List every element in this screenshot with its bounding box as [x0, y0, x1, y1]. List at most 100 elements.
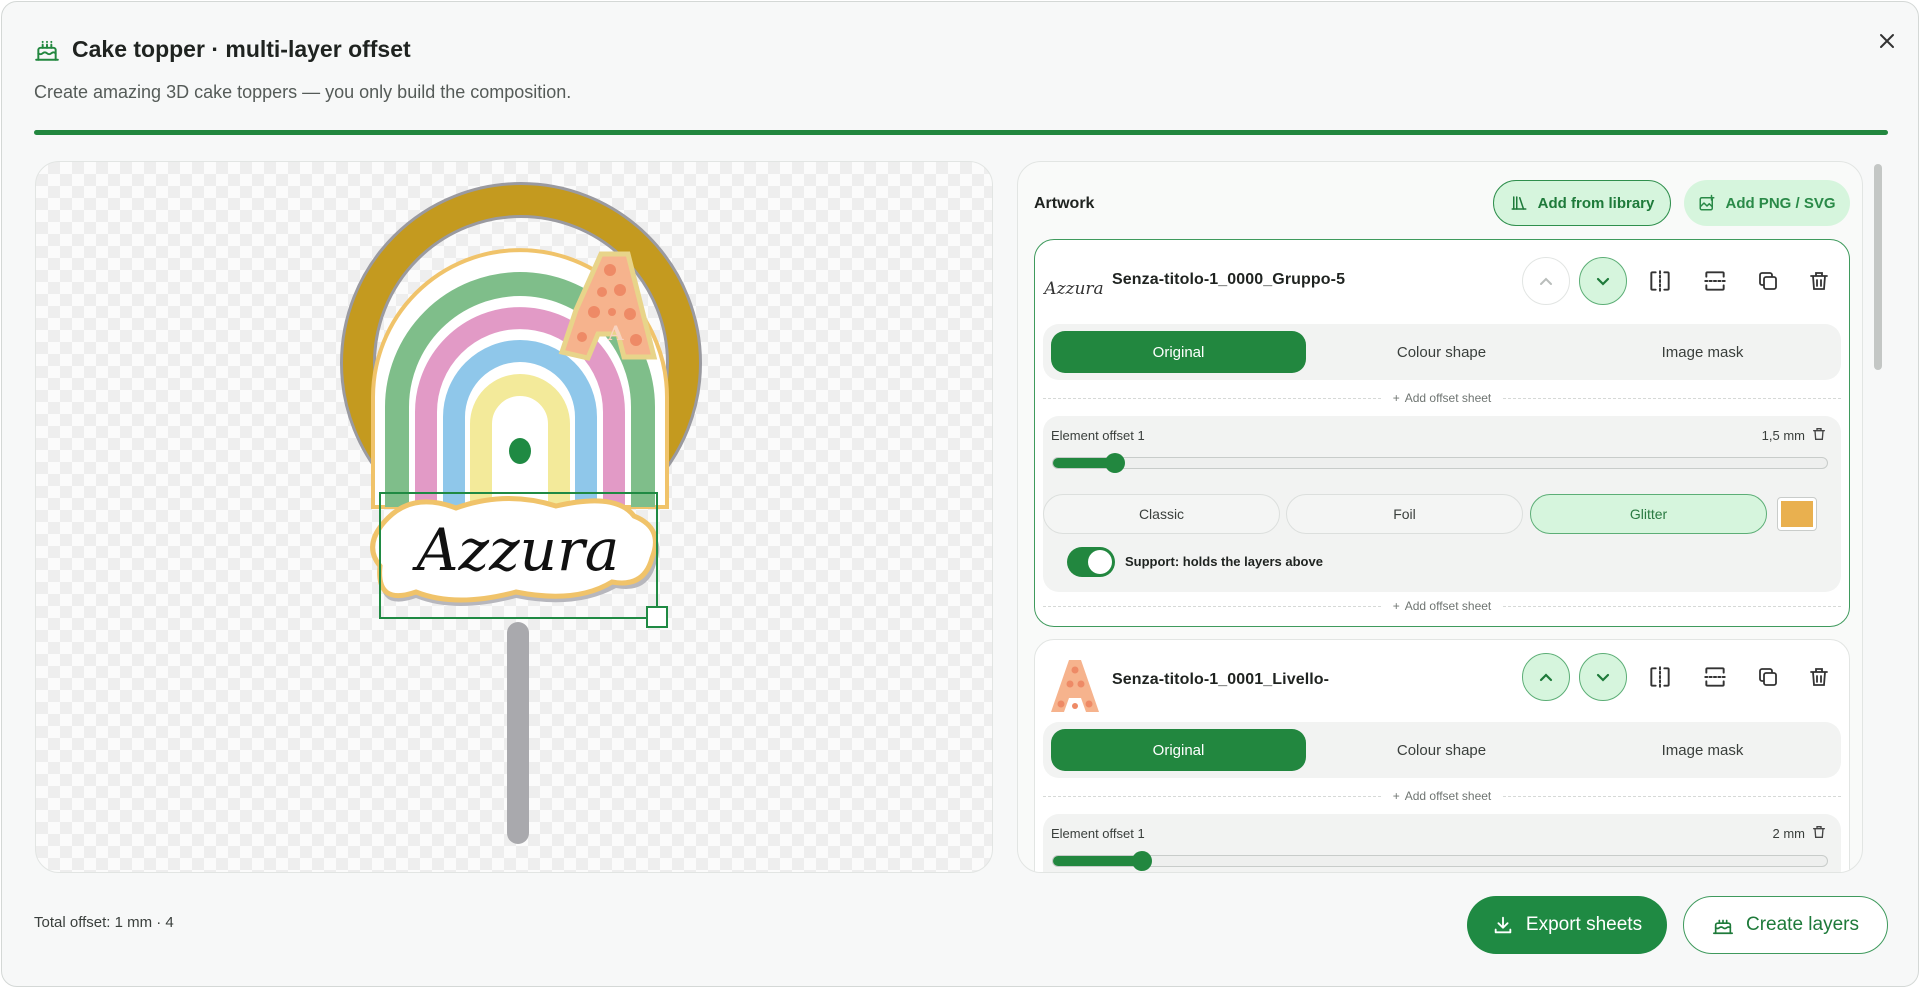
slider-knob[interactable] [1104, 453, 1125, 473]
move-down-button[interactable] [1579, 653, 1627, 701]
flip-vertical-button[interactable] [1691, 653, 1739, 701]
element-offset-panel: Element offset 1 1,5 mm Classic Foil Gli… [1043, 416, 1841, 592]
plus-icon: + [1392, 599, 1400, 613]
layer-card-2[interactable]: A Senza-titolo-1_0001_Livello- Original … [1034, 639, 1850, 872]
resize-handle[interactable] [646, 606, 668, 628]
download-icon [1494, 916, 1512, 934]
topper-stick [507, 622, 529, 844]
finish-option-classic[interactable]: Classic [1043, 494, 1280, 534]
plus-icon: + [1392, 391, 1400, 405]
panel-scrollbar[interactable] [1873, 163, 1883, 871]
chevron-down-icon [1596, 277, 1610, 286]
close-icon [1880, 34, 1894, 48]
create-layers-button[interactable]: Create layers [1683, 896, 1888, 954]
flip-horizontal-icon [1650, 666, 1670, 688]
create-layers-label: Create layers [1746, 914, 1859, 935]
name-text: Azzura [412, 516, 620, 584]
export-sheets-label: Export sheets [1525, 914, 1643, 935]
add-offset-sheet-label: Add offset sheet [1404, 599, 1492, 613]
add-png-svg-label: Add PNG / SVG [1725, 194, 1836, 212]
add-image-icon [1699, 194, 1715, 211]
trash-icon [1813, 428, 1825, 440]
export-sheets-button[interactable]: Export sheets [1467, 896, 1667, 954]
cake-topper-dialog: Cake topper · multi-layer offset Create … [1, 1, 1919, 987]
layer-thumbnail: Azzura [1042, 254, 1105, 316]
trash-icon [1813, 826, 1825, 838]
topper-artwork: A Azzura [340, 182, 702, 844]
library-icon [1511, 196, 1527, 210]
mode-option-original[interactable]: Original [1051, 331, 1306, 373]
add-offset-sheet-label: Add offset sheet [1404, 391, 1492, 405]
duplicate-button[interactable] [1744, 653, 1792, 701]
mode-option-colour-shape[interactable]: Colour shape [1314, 331, 1569, 373]
add-from-library-button[interactable]: Add from library [1493, 180, 1671, 226]
delete-layer-button[interactable] [1795, 653, 1843, 701]
add-offset-sheet-label: Add offset sheet [1404, 789, 1492, 803]
chevron-down-icon [1596, 673, 1610, 682]
close-button[interactable] [1872, 26, 1902, 56]
chevron-up-icon [1540, 277, 1552, 285]
dialog-title: Cake topper · multi-layer offset [72, 36, 411, 62]
offset-label: Element offset 1 [1051, 428, 1145, 443]
finish-option-glitter[interactable]: Glitter [1530, 494, 1767, 534]
letter-a-glyph: A [607, 321, 624, 345]
move-up-button[interactable] [1522, 257, 1570, 305]
trash-icon [1810, 668, 1828, 686]
move-down-button[interactable] [1579, 257, 1627, 305]
trash-icon [1810, 272, 1828, 290]
duplicate-button[interactable] [1744, 257, 1792, 305]
add-offset-sheet-bottom[interactable]: + Add offset sheet [1043, 598, 1841, 614]
layer-name: Senza-titolo-1_0000_Gruppo-5 [1112, 271, 1346, 288]
mode-option-image-mask[interactable]: Image mask [1575, 331, 1830, 373]
mode-option-colour-shape[interactable]: Colour shape [1314, 729, 1569, 771]
flip-vertical-button[interactable] [1691, 257, 1739, 305]
delete-offset-button[interactable] [1811, 426, 1829, 444]
layer-mode-selector: Original Colour shape Image mask [1043, 324, 1841, 380]
copy-icon [1759, 272, 1777, 290]
layer-mode-selector: Original Colour shape Image mask [1043, 722, 1841, 778]
offset-value: 1,5 mm [1761, 428, 1805, 443]
delete-layer-button[interactable] [1795, 257, 1843, 305]
chevron-up-icon [1539, 673, 1553, 682]
canvas-preview[interactable]: A Azzura [35, 161, 993, 873]
flip-vertical-icon [1704, 667, 1726, 687]
mode-option-image-mask[interactable]: Image mask [1575, 729, 1830, 771]
layer-card-1[interactable]: Azzura Senza-titolo-1_0000_Gruppo-5 Orig… [1034, 239, 1850, 627]
offset-value: 2 mm [1772, 826, 1806, 841]
flip-horizontal-icon [1650, 270, 1670, 292]
layer-name: Senza-titolo-1_0001_Livello- [1112, 671, 1330, 688]
move-up-button[interactable] [1522, 653, 1570, 701]
add-offset-sheet-top[interactable]: + Add offset sheet [1043, 788, 1841, 804]
dialog-header: Cake topper · multi-layer offset [34, 36, 411, 63]
progress-fill [34, 130, 1888, 135]
mode-option-original[interactable]: Original [1051, 729, 1306, 771]
slider-fill [1053, 856, 1142, 866]
slider-knob[interactable] [1132, 851, 1152, 871]
support-toggle[interactable] [1067, 547, 1115, 577]
offset-slider[interactable] [1052, 851, 1828, 871]
delete-offset-button[interactable] [1811, 824, 1829, 842]
scrollbar-thumb[interactable] [1874, 164, 1882, 370]
element-offset-panel: Element offset 1 2 mm [1043, 814, 1841, 872]
finish-option-foil[interactable]: Foil [1286, 494, 1523, 534]
flip-horizontal-button[interactable] [1636, 257, 1684, 305]
layer-thumbnail: A [1043, 654, 1105, 716]
cake-icon [1713, 919, 1733, 935]
color-swatch-fill [1781, 501, 1813, 527]
rotation-handle[interactable] [509, 438, 531, 464]
artwork-panel: Artwork Add from library Add PNG / SVG A… [1017, 161, 1863, 873]
cake-icon [35, 40, 59, 61]
copy-icon [1759, 668, 1777, 686]
flip-horizontal-button[interactable] [1636, 653, 1684, 701]
add-png-svg-button[interactable]: Add PNG / SVG [1684, 180, 1850, 226]
flip-vertical-icon [1704, 271, 1726, 291]
dialog-subtitle: Create amazing 3D cake toppers — you onl… [34, 82, 572, 102]
add-offset-sheet-top[interactable]: + Add offset sheet [1043, 390, 1841, 406]
plus-icon: + [1392, 789, 1400, 803]
total-offset-text: Total offset: 1 mm · 4 [34, 914, 174, 931]
color-swatch[interactable] [1777, 497, 1817, 531]
toggle-knob [1088, 550, 1112, 574]
offset-slider[interactable] [1052, 453, 1828, 473]
offset-label: Element offset 1 [1051, 826, 1145, 841]
support-label: Support: holds the layers above [1125, 554, 1323, 569]
